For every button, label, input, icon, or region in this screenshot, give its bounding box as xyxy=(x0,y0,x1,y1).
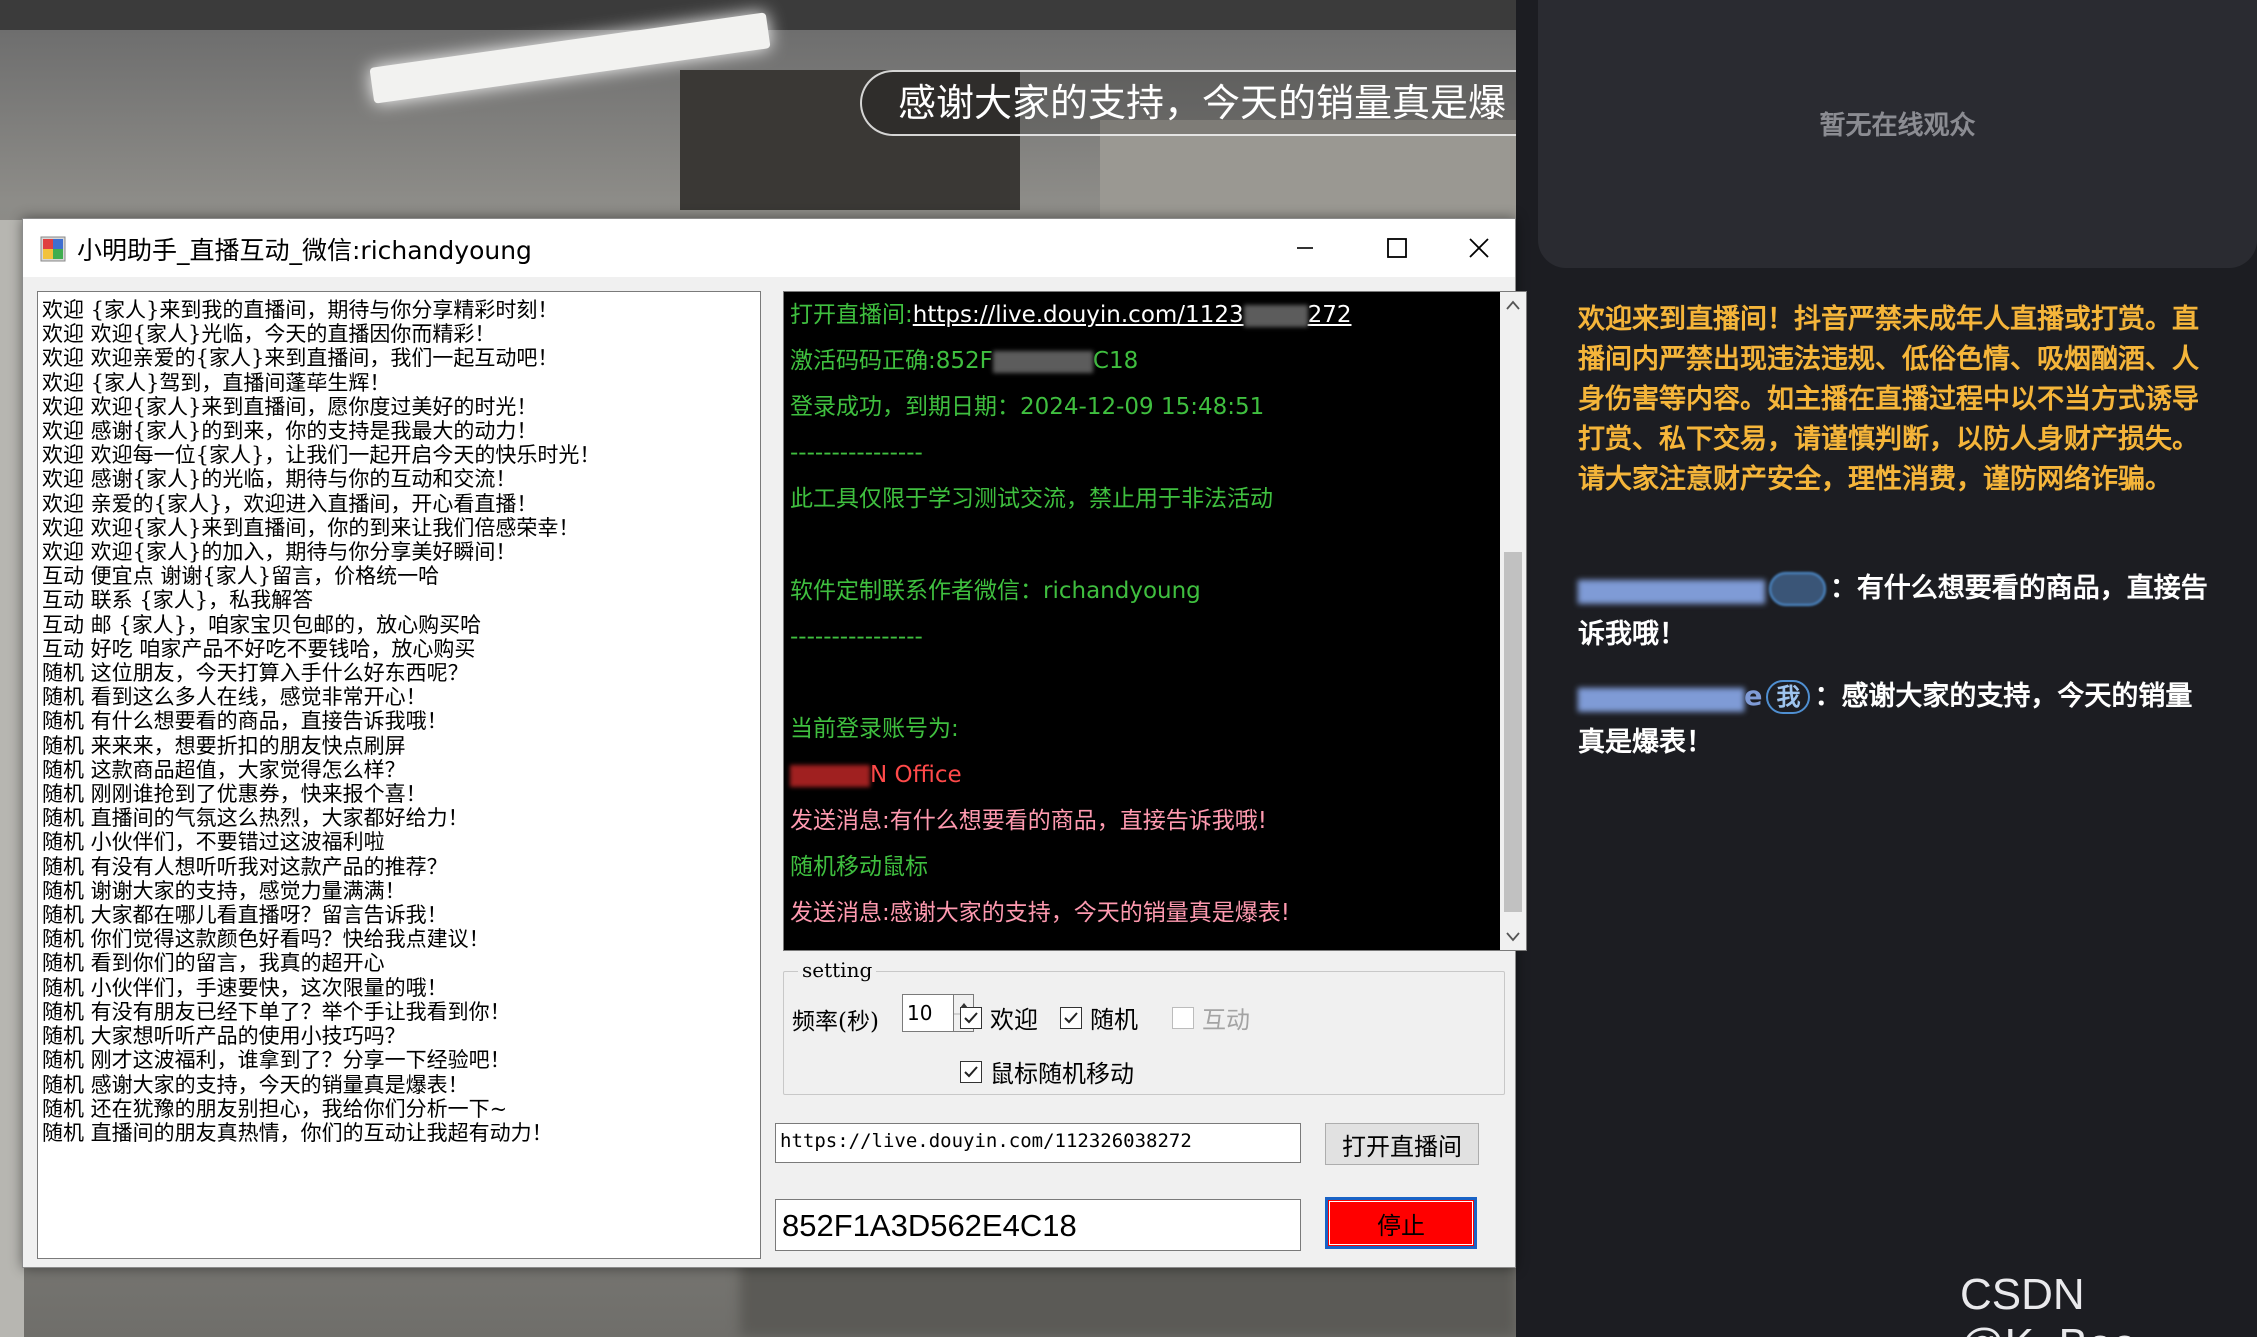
list-item: 随机 这位朋友，今天打算入手什么好东西呢？ xyxy=(42,661,469,686)
redacted-block xyxy=(992,350,1093,373)
csdn-watermark: CSDN @K_Bee xyxy=(1960,1270,2137,1337)
list-item: 欢迎 欢迎{家人}的加入，期待与你分享美好瞬间！ xyxy=(42,540,517,565)
checkbox-checked-icon xyxy=(1060,1006,1082,1029)
minimize-icon xyxy=(1297,247,1313,249)
scroll-up-button[interactable] xyxy=(1500,292,1526,318)
log-divider: ---------------- xyxy=(790,624,923,650)
audience-empty-text: 暂无在线观众 xyxy=(1819,111,1976,141)
list-item: 随机 谢谢大家的支持，感觉力量满满！ xyxy=(42,878,406,903)
log-blank xyxy=(790,660,1490,706)
log-line-sent: 发送消息:有什么想要看的商品，直接告诉我哦! xyxy=(790,808,1267,834)
minimize-button[interactable] xyxy=(1259,219,1351,277)
log-line-contact: 软件定制联系作者微信：richandyoung xyxy=(790,578,1201,604)
log-line-login: 登录成功，到期日期：2024-12-09 15:48:51 xyxy=(790,394,1265,420)
chevron-up-icon xyxy=(1506,300,1520,310)
list-item: 欢迎 欢迎每一位{家人}，让我们一起开启今天的快乐时光！ xyxy=(42,443,601,468)
log-divider: ---------------- xyxy=(790,440,923,466)
setting-legend: setting xyxy=(798,958,877,982)
live-room-notice: 欢迎来到直播间！抖音严禁未成年人直播或打赏。直播间内严禁出现违法违规、低俗色情、… xyxy=(1578,304,2199,495)
stop-button[interactable]: 停止 xyxy=(1325,1197,1477,1249)
list-item: 欢迎 欢迎亲爱的{家人}来到直播间，我们一起互动吧！ xyxy=(42,346,559,371)
open-live-room-button[interactable]: 打开直播间 xyxy=(1325,1123,1479,1165)
scroll-down-button[interactable] xyxy=(1500,924,1526,950)
window-title: 小明助手_直播互动_微信:richandyoung xyxy=(77,236,532,265)
close-icon xyxy=(1469,238,1489,258)
log-line-open: 打开直播间:https://live.douyin.com/1123 272 xyxy=(790,302,1352,328)
interact-checkbox[interactable]: 互动 xyxy=(1172,1000,1250,1035)
chat-username-suffix: e xyxy=(1744,681,1763,712)
random-checkbox[interactable]: 随机 xyxy=(1060,1000,1138,1035)
message-template-list[interactable]: 欢迎 {家人}来到我的直播间，期待与你分享精彩时刻！ 欢迎 欢迎{家人}光临，今… xyxy=(37,291,761,1259)
list-item: 随机 有没有人想听听我对这款产品的推荐？ xyxy=(42,854,448,879)
list-item: 欢迎 感谢{家人}的到来，你的支持是我最大的动力！ xyxy=(42,419,538,444)
checkbox-checked-icon xyxy=(960,1006,982,1029)
list-item: 欢迎 {家人}来到我的直播间，期待与你分享精彩时刻！ xyxy=(42,298,559,322)
list-item: 随机 直播间的朋友真热情，你们的互动让我超有动力！ xyxy=(42,1120,553,1145)
list-item: 互动 邮 {家人}，咱家宝贝包邮的，放心购买哈 xyxy=(42,612,482,637)
chat-message: ▆▆▆▆▆▆▆▆▆▆▆：有什么想要看的商品，直接告诉我哦！ xyxy=(1578,572,2208,650)
frequency-input[interactable]: 10 xyxy=(902,994,954,1032)
mouse-move-checkbox[interactable]: 鼠标随机移动 xyxy=(960,1054,1134,1089)
activation-code-input[interactable]: 852F1A3D562E4C18 xyxy=(775,1199,1301,1251)
app-icon xyxy=(40,236,66,262)
chat-username-redacted: ▆▆▆▆▆▆▆▆▆ xyxy=(1578,573,1765,604)
checkbox-unchecked-icon xyxy=(1172,1006,1194,1029)
list-item: 随机 你们觉得这款颜色好看吗？快给我点建议！ xyxy=(42,927,490,952)
list-item: 随机 看到这么多人在线，感觉非常开心！ xyxy=(42,685,427,710)
welcome-checkbox[interactable]: 欢迎 xyxy=(960,1000,1038,1035)
list-item: 随机 刚才这波福利，谁拿到了？分享一下经验吧！ xyxy=(42,1048,511,1073)
list-item: 随机 感谢大家的支持，今天的销量真是爆表！ xyxy=(42,1072,469,1097)
log-line-account-name: N Office xyxy=(790,752,1490,798)
title-bar[interactable]: 小明助手_直播互动_微信:richandyoung xyxy=(23,219,1515,277)
maximize-button[interactable] xyxy=(1351,219,1443,277)
log-line-disclaimer: 此工具仅限于学习测试交流，禁止用于非法活动 xyxy=(790,486,1273,512)
console-scrollbar[interactable] xyxy=(1500,292,1526,950)
chevron-down-icon xyxy=(1506,932,1520,942)
log-line-activation: 激活码码正确:852F C18 xyxy=(790,348,1139,374)
chat-self-badge: 我 xyxy=(1766,680,1811,714)
list-item: 随机 看到你们的留言，我真的超开心 xyxy=(42,951,385,976)
list-item: 互动 好吃 咱家产品不好吃不要钱哈，放心购买 xyxy=(42,636,476,661)
list-item: 随机 有没有朋友已经下单了？举个手让我看到你！ xyxy=(42,999,511,1024)
live-url-input[interactable]: https://live.douyin.com/112326038272 xyxy=(775,1123,1301,1163)
list-item: 欢迎 {家人}驾到，直播间蓬荜生辉！ xyxy=(42,370,391,395)
redacted-block xyxy=(790,764,870,787)
list-item: 欢迎 亲爱的{家人}，欢迎进入直播间，开心看直播！ xyxy=(42,491,538,516)
checkbox-checked-icon xyxy=(960,1060,982,1083)
list-item: 随机 直播间的气氛这么热烈，大家都好给力！ xyxy=(42,806,469,831)
list-item: 随机 还在犹豫的朋友别担心，我给你们分析一下~ xyxy=(42,1096,508,1121)
list-item: 互动 便宜点 谢谢{家人}留言，价格统一哈 xyxy=(42,564,440,589)
list-item: 随机 小伙伴们，手速要快，这次限量的哦！ xyxy=(42,975,448,1000)
scroll-thumb[interactable] xyxy=(1504,552,1522,912)
list-item: 欢迎 欢迎{家人}光临，今天的直播因你而精彩！ xyxy=(42,322,496,347)
chat-message: ▆▆▆▆▆▆▆▆e 我：感谢大家的支持，今天的销量真是爆表！ xyxy=(1578,680,2193,758)
frequency-label: 频率(秒) xyxy=(792,1009,879,1035)
list-item: 欢迎 欢迎{家人}来到直播间，愿你度过美好的时光！ xyxy=(42,394,538,419)
close-button[interactable] xyxy=(1443,219,1515,277)
redacted-block xyxy=(1243,304,1308,327)
list-item: 随机 小伙伴们，不要错过这波福利啦 xyxy=(42,830,385,855)
list-item: 随机 大家都在哪儿看直播呀？留言告诉我！ xyxy=(42,903,448,928)
list-item: 欢迎 感谢{家人}的光临，期待与你的互动和交流！ xyxy=(42,467,517,492)
log-line-account-label: 当前登录账号为: xyxy=(790,716,959,742)
list-item: 互动 联系 {家人}，私我解答 xyxy=(42,588,314,613)
app-window: 小明助手_直播互动_微信:richandyoung 欢迎 {家人}来到我的直播间… xyxy=(22,218,1527,1268)
list-item: 随机 大家想听听产品的使用小技巧吗？ xyxy=(42,1024,406,1049)
maximize-icon xyxy=(1387,238,1407,258)
list-item: 随机 这款商品超值，大家觉得怎么样？ xyxy=(42,757,406,782)
log-blank xyxy=(790,522,1490,568)
chat-user-badge: ▆▆ xyxy=(1768,572,1826,606)
setting-group: setting 频率(秒) 10 欢迎 随机 互动 鼠标随机移动 xyxy=(783,958,1505,1095)
list-item: 随机 有什么想要看的商品，直接告诉我哦！ xyxy=(42,709,448,734)
list-item: 随机 刚刚谁抢到了优惠券，快来报个喜！ xyxy=(42,782,427,807)
live-link[interactable]: https://live.douyin.com/1123 xyxy=(913,302,1244,328)
list-item: 随机 来来来，想要折扣的朋友快点刷屏 xyxy=(42,733,406,758)
log-line-sent: 发送消息:感谢大家的支持，今天的销量真是爆表! xyxy=(790,900,1290,926)
video-caption-pill: 感谢大家的支持，今天的销量真是爆 xyxy=(860,70,1516,136)
log-line-mouse: 随机移动鼠标 xyxy=(790,854,928,880)
list-item: 欢迎 欢迎{家人}来到直播间，你的到来让我们倍感荣幸！ xyxy=(42,515,580,540)
chat-username-redacted: ▆▆▆▆▆▆▆▆ xyxy=(1578,681,1745,712)
log-console[interactable]: 打开直播间:https://live.douyin.com/1123 272 激活… xyxy=(783,291,1527,951)
